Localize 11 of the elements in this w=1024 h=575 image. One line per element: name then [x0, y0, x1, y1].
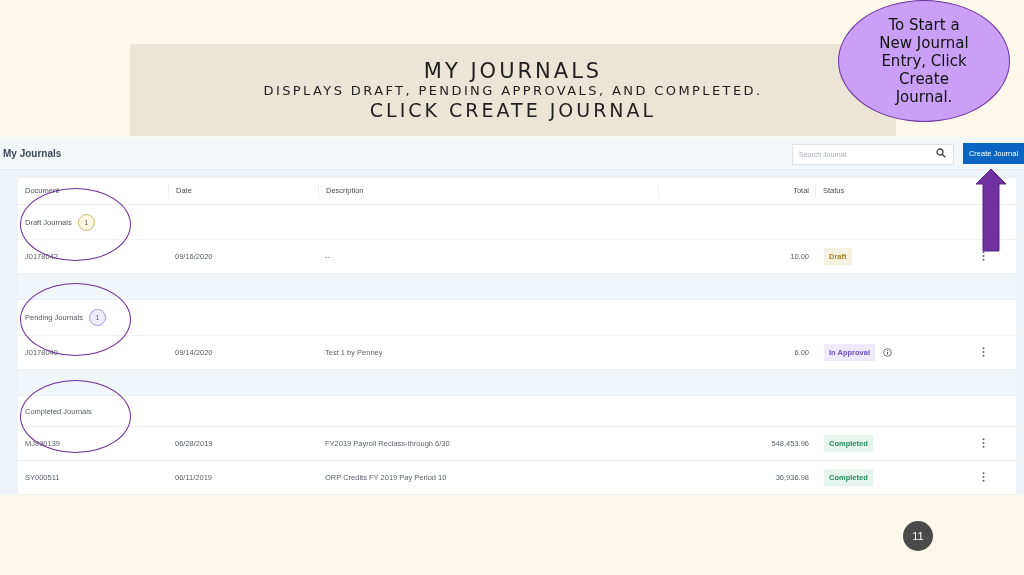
callout-bubble: To Start a New Journal Entry, Click Create Journal. [838, 0, 1010, 122]
slide-subtitle: DISPLAYS DRAFT, PENDING APPROVALS, AND COMPLETED. [263, 83, 763, 99]
more-icon[interactable] [982, 437, 985, 448]
info-icon[interactable] [883, 348, 892, 357]
slide-instruction: CLICK CREATE JOURNAL [369, 99, 657, 121]
more-icon[interactable] [982, 346, 985, 357]
more-icon[interactable] [982, 471, 985, 482]
slide-title: MY JOURNALS [423, 59, 603, 83]
page-title: My Journals [3, 147, 63, 159]
page-number: 11 [903, 521, 933, 551]
search-icon[interactable] [936, 147, 946, 158]
